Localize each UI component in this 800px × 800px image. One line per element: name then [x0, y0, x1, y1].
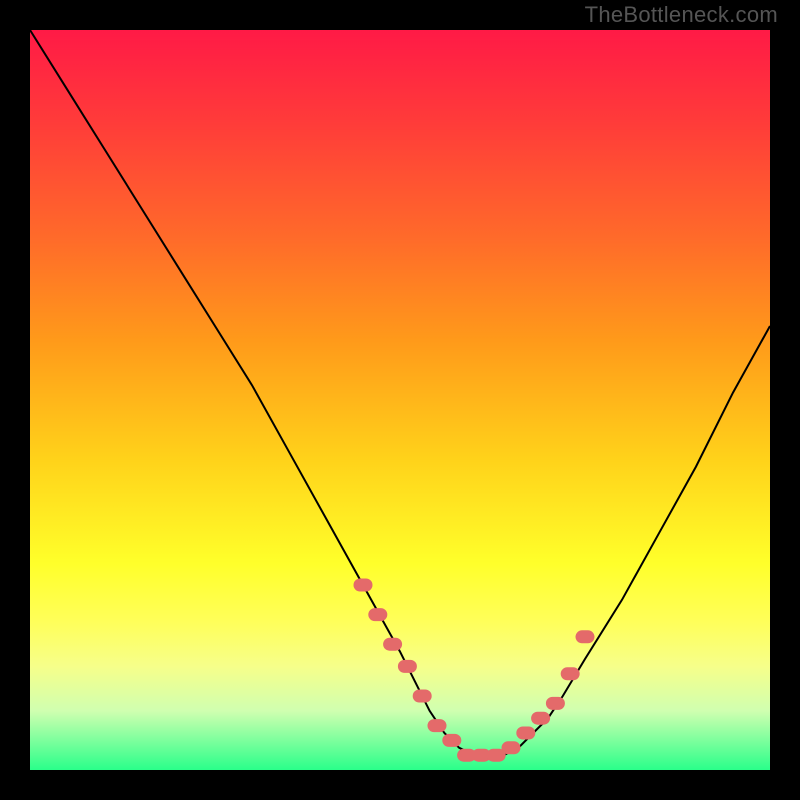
marker-dot: [561, 668, 579, 680]
marker-dot: [369, 609, 387, 621]
marker-dot: [398, 660, 416, 672]
plot-area: [30, 30, 770, 770]
chart-stage: TheBottleneck.com: [0, 0, 800, 800]
watermark-text: TheBottleneck.com: [585, 2, 778, 28]
marker-dot: [428, 720, 446, 732]
chart-svg: [30, 30, 770, 770]
marker-group: [354, 579, 594, 761]
marker-dot: [517, 727, 535, 739]
marker-dot: [384, 638, 402, 650]
marker-dot: [413, 690, 431, 702]
marker-dot: [546, 697, 564, 709]
marker-dot: [502, 742, 520, 754]
marker-dot: [354, 579, 372, 591]
marker-dot: [576, 631, 594, 643]
marker-dot: [443, 734, 461, 746]
marker-dot: [532, 712, 550, 724]
